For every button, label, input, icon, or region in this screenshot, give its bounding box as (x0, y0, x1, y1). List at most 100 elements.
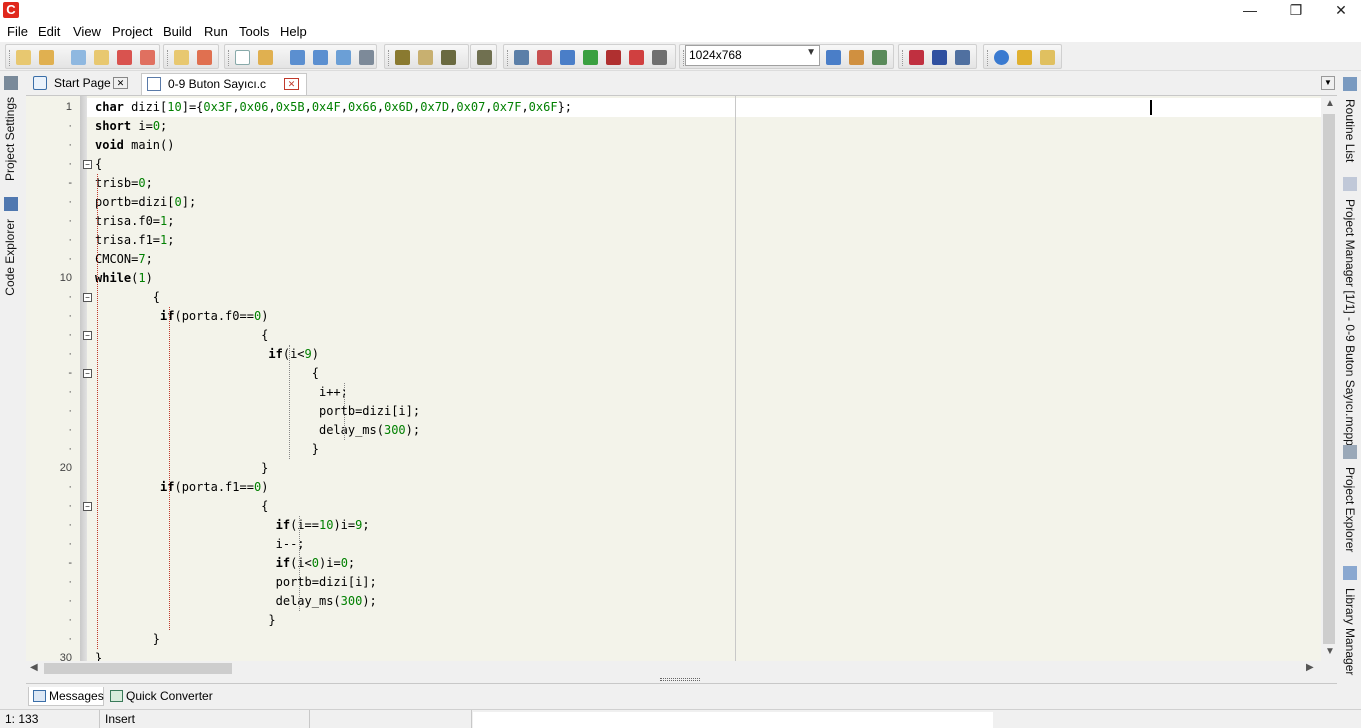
code-line[interactable]: if(i<9) (95, 345, 319, 364)
tab-project-settings[interactable]: Project Settings (3, 97, 17, 181)
tab-quick-converter[interactable]: Quick Converter (106, 687, 214, 706)
menu-tools[interactable]: Tools (239, 24, 269, 39)
code-line[interactable]: i--; (95, 535, 305, 554)
code-line[interactable]: if(porta.f0==0) (95, 307, 268, 326)
search-web-icon[interactable] (1040, 50, 1055, 65)
close-button[interactable]: ✕ (1318, 0, 1361, 22)
code-line[interactable]: } (95, 440, 319, 459)
scroll-down-icon[interactable]: ▼ (1325, 646, 1335, 657)
terminal-icon[interactable] (514, 50, 529, 65)
code-line[interactable]: delay_ms(300); (95, 592, 377, 611)
project-save-icon[interactable] (71, 50, 86, 65)
code-line[interactable]: if(porta.f1==0) (95, 478, 268, 497)
code-line[interactable]: char dizi[10]={0x3F,0x06,0x5B,0x4F,0x66,… (95, 98, 572, 117)
collapse-icon[interactable]: − (83, 160, 92, 169)
lcd-icon[interactable] (606, 50, 621, 65)
layout-delete-icon[interactable] (872, 50, 887, 65)
code-line[interactable]: while(1) (95, 269, 153, 288)
scroll-up-icon[interactable]: ▲ (1325, 98, 1335, 109)
scroll-left-icon[interactable]: ◀ (30, 662, 38, 673)
new-file-icon[interactable] (235, 50, 250, 65)
menu-edit[interactable]: Edit (38, 24, 60, 39)
code-explorer-tool-icon[interactable] (955, 50, 970, 65)
edit-project-icon[interactable] (94, 50, 109, 65)
menu-build[interactable]: Build (163, 24, 192, 39)
add-file-icon[interactable] (174, 50, 189, 65)
code-line[interactable]: { (95, 155, 102, 174)
open-project-icon[interactable] (39, 50, 54, 65)
font-icon[interactable] (560, 50, 575, 65)
code-line[interactable]: trisb=0; (95, 174, 153, 193)
menu-view[interactable]: View (73, 24, 101, 39)
tab-library-manager[interactable]: Library Manager (1343, 588, 1357, 675)
remove-file-icon[interactable] (197, 50, 212, 65)
tab-project-manager[interactable]: Project Manager [1/1] - 0-9 Buton Sayıcı… (1343, 199, 1357, 448)
build-program-icon[interactable] (441, 50, 456, 65)
export-icon[interactable] (629, 50, 644, 65)
layout-save-icon[interactable] (826, 50, 841, 65)
panel-splitter-handle[interactable] (660, 678, 700, 681)
help-icon[interactable] (994, 50, 1009, 65)
menu-run[interactable]: Run (204, 24, 228, 39)
collapse-icon[interactable]: − (83, 502, 92, 511)
code-line[interactable]: i++; (95, 383, 348, 402)
code-line[interactable]: portb=dizi[i]; (95, 402, 420, 421)
code-line[interactable]: trisa.f0=1; (95, 212, 175, 231)
menu-help[interactable]: Help (280, 24, 307, 39)
code-line[interactable]: { (95, 288, 160, 307)
save-icon[interactable] (290, 50, 305, 65)
tab-start-page[interactable]: Start Page ✕ (28, 73, 136, 95)
horizontal-scroll-thumb[interactable] (44, 663, 232, 674)
collapse-icon[interactable]: − (83, 369, 92, 378)
code-line[interactable]: } (95, 611, 275, 630)
code-line[interactable]: } (95, 630, 160, 649)
code-line[interactable]: } (95, 649, 102, 661)
collapse-icon[interactable]: − (83, 331, 92, 340)
build-icon[interactable] (395, 50, 410, 65)
usart-icon[interactable] (537, 50, 552, 65)
tabs-dropdown-icon[interactable]: ▼ (1321, 76, 1335, 90)
code-editor[interactable]: 1 · · · - · · · · 10 · · · · - · · · · 20 · · · · - · · · · 30 char d… (26, 96, 1337, 661)
close-tab-icon[interactable]: ✕ (113, 77, 128, 89)
layout-load-icon[interactable] (849, 50, 864, 65)
tab-code-explorer[interactable]: Code Explorer (3, 219, 17, 296)
code-line[interactable]: void main() (95, 136, 174, 155)
code-line[interactable]: portb=dizi[i]; (95, 573, 377, 592)
code-line[interactable]: { (95, 326, 268, 345)
tab-routine-list[interactable]: Routine List (1343, 99, 1357, 162)
save-all-icon[interactable] (313, 50, 328, 65)
close-tab-icon[interactable]: ✕ (284, 78, 299, 90)
horizontal-scrollbar[interactable]: ◀ ▶ (26, 661, 1321, 676)
open-file-icon[interactable] (258, 50, 273, 65)
menu-project[interactable]: Project (112, 24, 152, 39)
collapse-icon[interactable]: − (83, 293, 92, 302)
code-line[interactable]: delay_ms(300); (95, 421, 420, 440)
help-tool-icon[interactable] (583, 50, 598, 65)
minimize-button[interactable]: — (1227, 0, 1273, 22)
code-line[interactable]: { (95, 364, 319, 383)
code-line[interactable]: portb=dizi[0]; (95, 193, 196, 212)
vertical-scroll-thumb[interactable] (1323, 114, 1335, 644)
code-line[interactable]: { (95, 497, 268, 516)
key-icon[interactable] (1017, 50, 1032, 65)
code-line[interactable]: if(i==10)i=9; (95, 516, 370, 535)
save-as-icon[interactable] (336, 50, 351, 65)
code-line[interactable]: } (95, 459, 268, 478)
code-area[interactable]: char dizi[10]={0x3F,0x06,0x5B,0x4F,0x66,… (87, 96, 1321, 661)
programmer-icon[interactable] (477, 50, 492, 65)
statistics-icon[interactable] (932, 50, 947, 65)
tab-project-explorer[interactable]: Project Explorer (1343, 467, 1357, 552)
close-project-icon[interactable] (117, 50, 132, 65)
menu-file[interactable]: File (7, 24, 28, 39)
tab-source-file[interactable]: 0-9 Buton Sayıcı.c ✕ (141, 73, 307, 95)
code-line[interactable]: short i=0; (95, 117, 167, 136)
code-line[interactable]: CMCON=7; (95, 250, 153, 269)
code-line[interactable]: if(i<0)i=0; (95, 554, 356, 573)
print-icon[interactable] (359, 50, 374, 65)
clean-project-icon[interactable] (140, 50, 155, 65)
maximize-button[interactable]: ❐ (1273, 0, 1319, 22)
ascii-chart-icon[interactable] (909, 50, 924, 65)
code-line[interactable]: trisa.f1=1; (95, 231, 175, 250)
resolution-select[interactable]: 1024x768 ▼ (685, 45, 820, 66)
new-project-icon[interactable] (16, 50, 31, 65)
